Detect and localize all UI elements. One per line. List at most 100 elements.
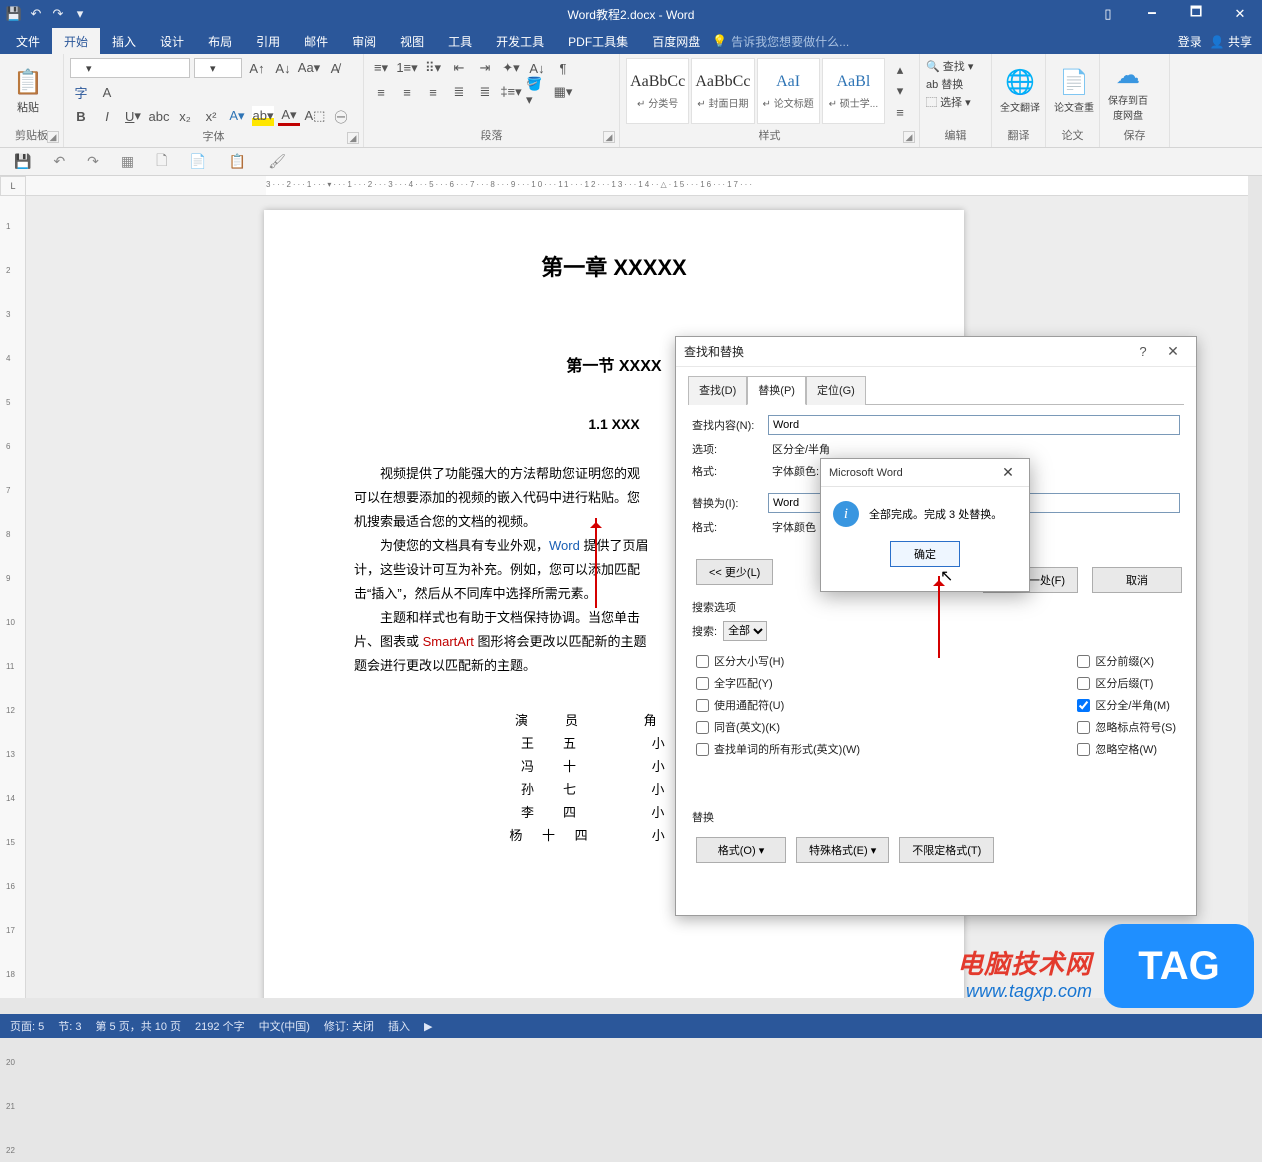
multilevel-icon[interactable]: ⠿▾ xyxy=(422,58,444,78)
table-icon[interactable]: ▦ xyxy=(121,153,134,170)
save-icon-2[interactable]: 💾 xyxy=(14,153,31,170)
sort-icon[interactable]: A↓ xyxy=(526,58,548,78)
change-case-icon[interactable]: Aa▾ xyxy=(298,58,320,78)
superscript-icon[interactable]: x² xyxy=(200,106,222,126)
justify-icon[interactable]: ≣ xyxy=(448,82,470,102)
format-painter-icon[interactable]: 🖌 xyxy=(268,153,286,170)
paste-icon-2[interactable]: 📋 xyxy=(229,153,246,170)
style-item-1[interactable]: AaBbCc↵ 封面日期 xyxy=(691,58,754,124)
dialog-help-icon[interactable]: ? xyxy=(1128,344,1158,359)
styles-launcher-icon[interactable]: ◢ xyxy=(903,131,915,143)
cancel-button[interactable]: 取消 xyxy=(1092,567,1182,593)
indent-inc-icon[interactable]: ⇥ xyxy=(474,58,496,78)
dialog-tab-find[interactable]: 查找(D) xyxy=(688,376,747,405)
align-right-icon[interactable]: ≡ xyxy=(422,82,444,102)
distribute-icon[interactable]: ≣ xyxy=(474,82,496,102)
redo-icon-2[interactable]: ↷ xyxy=(87,153,99,170)
style-gallery[interactable]: AaBbCc↵ 分类号 AaBbCc↵ 封面日期 AaI↵ 论文标题 AaBl↵… xyxy=(626,58,913,124)
special-button[interactable]: 特殊格式(E) ▾ xyxy=(796,837,889,863)
font-color-icon[interactable]: A▾ xyxy=(278,106,300,126)
undo-icon[interactable]: ↶ xyxy=(28,6,44,22)
paste-button[interactable]: 📋 粘贴 xyxy=(6,58,50,124)
login-link[interactable]: 登录 xyxy=(1178,33,1202,50)
chk-ignore-space[interactable]: 忽略空格(W) xyxy=(1077,741,1176,757)
chk-prefix[interactable]: 区分前缀(X) xyxy=(1077,653,1176,669)
tab-home[interactable]: 开始 xyxy=(52,28,100,55)
chk-case[interactable]: 区分大小写(H) xyxy=(696,653,860,669)
noformat-button[interactable]: 不限定格式(T) xyxy=(899,837,994,863)
tab-file[interactable]: 文件 xyxy=(4,28,52,55)
dialog-titlebar[interactable]: 查找和替换 ? ✕ xyxy=(676,337,1196,367)
align-left-icon[interactable]: ≡ xyxy=(370,82,392,102)
search-direction-select[interactable]: 全部 xyxy=(723,621,767,641)
bullets-icon[interactable]: ≡▾ xyxy=(370,58,392,78)
find-button[interactable]: 🔍 查找 ▾ xyxy=(926,58,985,74)
line-spacing-icon[interactable]: ‡≡▾ xyxy=(500,82,522,102)
borders-icon[interactable]: ▦▾ xyxy=(552,82,574,102)
minimize-icon[interactable]: 🗕 xyxy=(1130,0,1174,28)
status-page[interactable]: 页面: 5 xyxy=(10,1018,44,1034)
chk-fullhalf[interactable]: 区分全/半角(M) xyxy=(1077,697,1176,713)
dialog-tab-goto[interactable]: 定位(G) xyxy=(806,376,866,405)
highlight-icon[interactable]: ab▾ xyxy=(252,106,274,126)
paragraph-launcher-icon[interactable]: ◢ xyxy=(603,131,615,143)
msgbox-titlebar[interactable]: Microsoft Word ✕ xyxy=(821,459,1029,487)
enclose-char-icon[interactable]: A xyxy=(96,82,118,102)
text-effects-icon[interactable]: A▾ xyxy=(226,106,248,126)
bold-icon[interactable]: B xyxy=(70,106,92,126)
indent-dec-icon[interactable]: ⇤ xyxy=(448,58,470,78)
shading-icon[interactable]: 🪣▾ xyxy=(526,82,548,102)
status-macro-icon[interactable]: ▶ xyxy=(424,1020,432,1033)
clear-format-icon[interactable]: A̸ xyxy=(324,58,346,78)
grow-font-icon[interactable]: A↑ xyxy=(246,58,268,78)
less-button[interactable]: << 更少(L) xyxy=(696,559,773,585)
underline-icon[interactable]: U▾ xyxy=(122,106,144,126)
tab-layout[interactable]: 布局 xyxy=(196,28,244,55)
chk-wordforms[interactable]: 查找单词的所有形式(英文)(W) xyxy=(696,741,860,757)
format-button[interactable]: 格式(O) ▾ xyxy=(696,837,786,863)
status-track[interactable]: 修订: 关闭 xyxy=(324,1018,374,1034)
horizontal-ruler[interactable]: 3···2···1···▾···1···2···3···4···5···6···… xyxy=(26,176,1248,196)
tab-pdf[interactable]: PDF工具集 xyxy=(556,28,640,55)
style-item-2[interactable]: AaI↵ 论文标题 xyxy=(757,58,820,124)
tab-insert[interactable]: 插入 xyxy=(100,28,148,55)
status-words[interactable]: 2192 个字 xyxy=(195,1018,245,1034)
char-shading-icon[interactable]: A⬚ xyxy=(304,106,326,126)
asian-layout-icon[interactable]: ✦▾ xyxy=(500,58,522,78)
style-scroll-down-icon[interactable]: ▾ xyxy=(889,81,911,101)
translate-button[interactable]: 🌐全文翻译 xyxy=(998,58,1042,124)
find-what-input[interactable] xyxy=(768,415,1180,435)
chk-ignore-punct[interactable]: 忽略标点符号(S) xyxy=(1077,719,1176,735)
tab-mailings[interactable]: 邮件 xyxy=(292,28,340,55)
chk-sounds[interactable]: 同音(英文)(K) xyxy=(696,719,860,735)
ribbon-display-icon[interactable]: ▯ xyxy=(1086,0,1130,28)
dialog-tab-replace[interactable]: 替换(P) xyxy=(747,376,806,405)
clipboard-launcher-icon[interactable]: ◢ xyxy=(47,131,59,143)
message-box[interactable]: Microsoft Word ✕ i 全部完成。完成 3 处替换。 确定 xyxy=(820,458,1030,592)
chk-wholeword[interactable]: 全字匹配(Y) xyxy=(696,675,860,691)
show-marks-icon[interactable]: ¶ xyxy=(552,58,574,78)
replace-button[interactable]: ab 替换 xyxy=(926,76,985,92)
chk-wildcards[interactable]: 使用通配符(U) xyxy=(696,697,860,713)
tab-tools[interactable]: 工具 xyxy=(436,28,484,55)
style-item-3[interactable]: AaBl↵ 硕士学... xyxy=(822,58,885,124)
msgbox-ok-button[interactable]: 确定 xyxy=(890,541,960,567)
subscript-icon[interactable]: x₂ xyxy=(174,106,196,126)
style-item-0[interactable]: AaBbCc↵ 分类号 xyxy=(626,58,689,124)
tell-me-search[interactable]: 💡 告诉我您想要做什么... xyxy=(712,33,849,50)
status-section[interactable]: 节: 3 xyxy=(58,1018,81,1034)
redo-icon[interactable]: ↷ xyxy=(50,6,66,22)
msgbox-close-icon[interactable]: ✕ xyxy=(995,464,1021,481)
maximize-icon[interactable]: 🗖 xyxy=(1174,0,1218,28)
tab-design[interactable]: 设计 xyxy=(148,28,196,55)
font-family-combo[interactable]: ▾ xyxy=(70,58,190,78)
phonetic-icon[interactable]: 字 xyxy=(70,82,92,102)
vertical-ruler[interactable]: 1 2 3 4 5 6 7 8 9 10 11 12 13 14 15 16 1… xyxy=(0,196,26,998)
tab-references[interactable]: 引用 xyxy=(244,28,292,55)
save-icon[interactable]: 💾 xyxy=(6,6,22,22)
numbering-icon[interactable]: 1≡▾ xyxy=(396,58,418,78)
style-more-icon[interactable]: ≡ xyxy=(889,102,911,122)
strike-icon[interactable]: abc xyxy=(148,106,170,126)
shrink-font-icon[interactable]: A↓ xyxy=(272,58,294,78)
select-button[interactable]: ⬚ 选择 ▾ xyxy=(926,94,985,110)
